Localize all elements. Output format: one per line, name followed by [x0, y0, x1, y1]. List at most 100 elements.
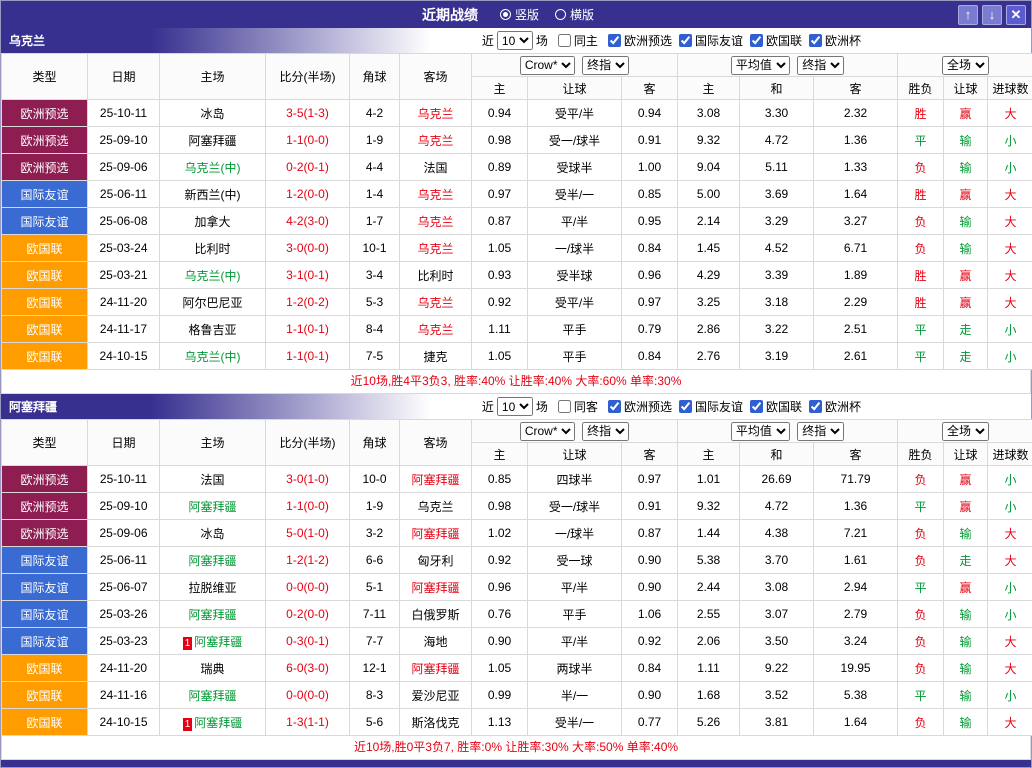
avg-stage-select[interactable]: 终指 — [797, 56, 844, 75]
score[interactable]: 3-0(0-0) — [266, 235, 350, 262]
score[interactable]: 3-5(1-3) — [266, 100, 350, 127]
away-team-name[interactable]: 爱沙尼亚 — [411, 689, 459, 703]
home-team-name[interactable]: 拉脱维亚 — [188, 581, 236, 595]
match-row: 欧国联 24-11-20 瑞典 6-0(3-0) 12-1 阿塞拜疆 1.05 … — [2, 655, 1032, 682]
score[interactable]: 0-0(0-0) — [266, 574, 350, 601]
away-team-name[interactable]: 法国 — [423, 161, 447, 175]
home-team-name[interactable]: 新西兰(中) — [185, 188, 241, 202]
home-team-name[interactable]: 比利时 — [194, 242, 230, 256]
result-wdl: 负 — [898, 235, 944, 262]
bookmaker-select[interactable]: Crow* — [520, 56, 575, 75]
score[interactable]: 5-0(1-0) — [266, 520, 350, 547]
home-team-name[interactable]: 冰岛 — [200, 107, 224, 121]
radio-vertical-layout[interactable]: 竖版 — [500, 6, 539, 23]
away-team-name[interactable]: 阿塞拜疆 — [411, 662, 459, 676]
home-team-name[interactable]: 乌克兰(中) — [185, 269, 241, 283]
away-team-name[interactable]: 乌克兰 — [417, 242, 453, 256]
recent-count-select[interactable]: 10 — [497, 397, 533, 416]
radio-horizontal-layout[interactable]: 横版 — [555, 6, 594, 23]
home-team-name[interactable]: 阿塞拜疆 — [188, 500, 236, 514]
home-team-name[interactable]: 法国 — [200, 473, 224, 487]
home-team-name[interactable]: 阿塞拜疆 — [194, 635, 242, 649]
odds-stage-select[interactable]: 终指 — [582, 56, 629, 75]
same-venue-checkbox[interactable]: 同主 — [551, 32, 598, 49]
home-team-name[interactable]: 格鲁吉亚 — [188, 323, 236, 337]
handicap-line: 受一/球半 — [528, 127, 622, 154]
league-checkbox[interactable]: 欧国联 — [743, 398, 802, 415]
score[interactable]: 1-1(0-1) — [266, 343, 350, 370]
handicap-home-odds: 0.92 — [472, 289, 528, 316]
league-checkbox[interactable]: 欧国联 — [743, 32, 802, 49]
home-team-name[interactable]: 阿塞拜疆 — [188, 689, 236, 703]
away-team-name[interactable]: 乌克兰 — [417, 188, 453, 202]
handicap-away-odds: 0.79 — [622, 316, 678, 343]
away-team-name[interactable]: 匈牙利 — [417, 554, 453, 568]
league-checkbox[interactable]: 国际友谊 — [672, 32, 743, 49]
full-match-select[interactable]: 全场 — [942, 422, 989, 441]
away-team-name[interactable]: 捷克 — [423, 350, 447, 364]
away-team-name[interactable]: 乌克兰 — [417, 107, 453, 121]
away-team-name[interactable]: 乌克兰 — [417, 134, 453, 148]
close-button[interactable]: ✕ — [1006, 5, 1026, 25]
score[interactable]: 1-3(1-1) — [266, 709, 350, 736]
home-team-name[interactable]: 阿尔巴尼亚 — [182, 296, 242, 310]
avg-stage-select[interactable]: 终指 — [797, 422, 844, 441]
avg-select[interactable]: 平均值 — [731, 422, 790, 441]
same-venue-checkbox[interactable]: 同客 — [551, 398, 598, 415]
home-team-name[interactable]: 乌克兰(中) — [185, 161, 241, 175]
handicap-line: 平手 — [528, 601, 622, 628]
home-team-name[interactable]: 乌克兰(中) — [185, 350, 241, 364]
score[interactable]: 3-0(1-0) — [266, 466, 350, 493]
league-checkbox[interactable]: 欧洲预选 — [601, 398, 672, 415]
league-checkbox[interactable]: 欧洲预选 — [601, 32, 672, 49]
avg-select[interactable]: 平均值 — [731, 56, 790, 75]
away-team-name[interactable]: 阿塞拜疆 — [411, 527, 459, 541]
result-handicap: 赢 — [944, 289, 988, 316]
away-team-name[interactable]: 乌克兰 — [417, 296, 453, 310]
score[interactable]: 1-1(0-1) — [266, 316, 350, 343]
bookmaker-select[interactable]: Crow* — [520, 422, 575, 441]
home-team-name[interactable]: 阿塞拜疆 — [188, 608, 236, 622]
away-team-name[interactable]: 阿塞拜疆 — [411, 473, 459, 487]
away-team-name[interactable]: 乌克兰 — [417, 500, 453, 514]
full-match-select[interactable]: 全场 — [942, 56, 989, 75]
score[interactable]: 6-0(3-0) — [266, 655, 350, 682]
away-team-name[interactable]: 乌克兰 — [417, 323, 453, 337]
score[interactable]: 1-1(0-0) — [266, 127, 350, 154]
home-team-name[interactable]: 阿塞拜疆 — [194, 716, 242, 730]
move-up-button[interactable]: ↑ — [958, 5, 978, 25]
score[interactable]: 3-1(0-1) — [266, 262, 350, 289]
avg-draw-odds: 3.18 — [740, 289, 814, 316]
score[interactable]: 1-2(0-0) — [266, 181, 350, 208]
recent-count-select[interactable]: 10 — [497, 31, 533, 50]
home-team-cell: 比利时 — [160, 235, 266, 262]
league-checkbox[interactable]: 国际友谊 — [672, 398, 743, 415]
handicap-home-odds: 1.05 — [472, 343, 528, 370]
away-team-name[interactable]: 乌克兰 — [417, 215, 453, 229]
home-team-name[interactable]: 阿塞拜疆 — [188, 554, 236, 568]
away-team-name[interactable]: 白俄罗斯 — [411, 608, 459, 622]
score[interactable]: 0-0(0-0) — [266, 682, 350, 709]
home-team-name[interactable]: 加拿大 — [194, 215, 230, 229]
result-wdl: 负 — [898, 208, 944, 235]
score[interactable]: 0-3(0-1) — [266, 628, 350, 655]
score[interactable]: 4-2(3-0) — [266, 208, 350, 235]
score[interactable]: 1-2(0-2) — [266, 289, 350, 316]
home-team-name[interactable]: 阿塞拜疆 — [188, 134, 236, 148]
odds-stage-select[interactable]: 终指 — [582, 422, 629, 441]
away-team-name[interactable]: 阿塞拜疆 — [411, 581, 459, 595]
score[interactable]: 1-1(0-0) — [266, 493, 350, 520]
score[interactable]: 1-2(1-2) — [266, 547, 350, 574]
league-checkbox[interactable]: 欧洲杯 — [802, 398, 861, 415]
move-down-button[interactable]: ↓ — [982, 5, 1002, 25]
home-team-name[interactable]: 冰岛 — [200, 527, 224, 541]
handicap-home-odds: 0.89 — [472, 154, 528, 181]
away-team-name[interactable]: 斯洛伐克 — [411, 716, 459, 730]
score[interactable]: 0-2(0-0) — [266, 601, 350, 628]
away-team-name[interactable]: 海地 — [423, 635, 447, 649]
score[interactable]: 0-2(0-1) — [266, 154, 350, 181]
away-team-name[interactable]: 比利时 — [417, 269, 453, 283]
league-checkbox[interactable]: 欧洲杯 — [802, 32, 861, 49]
home-team-name[interactable]: 瑞典 — [200, 662, 224, 676]
result-wdl: 平 — [898, 127, 944, 154]
